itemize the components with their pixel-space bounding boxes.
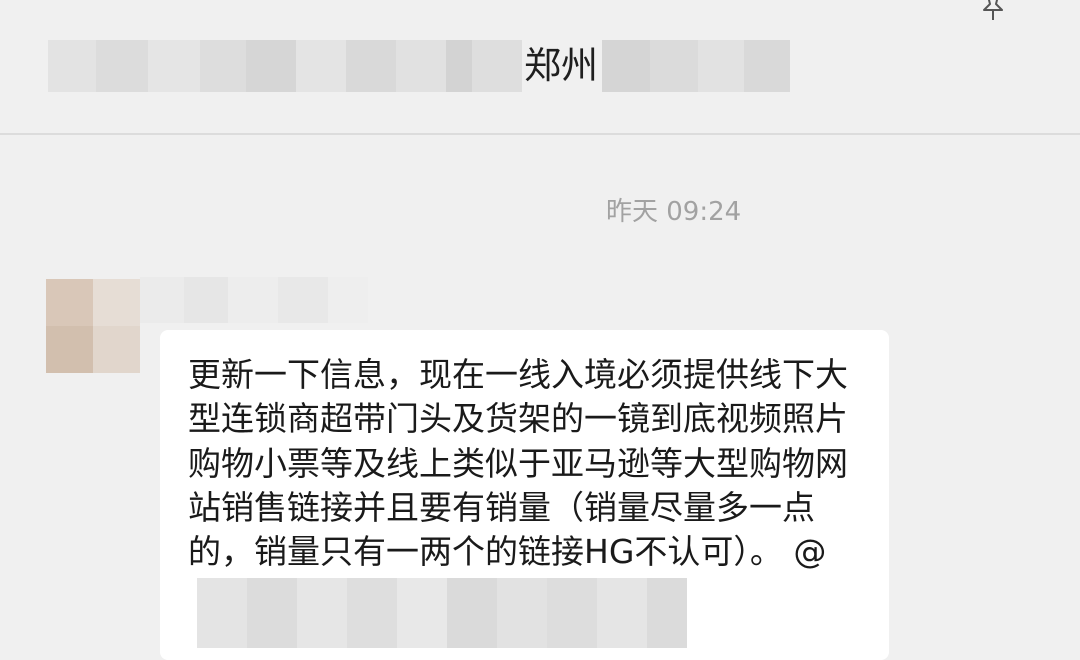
- chat-title: 郑州: [48, 40, 790, 92]
- pin-icon[interactable]: [980, 0, 1006, 22]
- message-text: 更新一下信息，现在一线入境必须提供线下大型连锁商超带门头及货架的一镜到底视频照片…: [188, 355, 848, 572]
- sender-name-blurred: [140, 277, 368, 323]
- chat-title-text: 郑州: [524, 44, 598, 87]
- chat-header: 郑州: [0, 0, 1080, 135]
- message-timestamp: 昨天 09:24: [606, 197, 742, 227]
- blurred-title-suffix: [602, 40, 790, 92]
- blurred-title-prefix: [48, 40, 522, 92]
- avatar[interactable]: [46, 279, 140, 373]
- mention-blurred: [197, 578, 687, 648]
- message-bubble[interactable]: 更新一下信息，现在一线入境必须提供线下大型连锁商超带门头及货架的一镜到底视频照片…: [160, 330, 889, 660]
